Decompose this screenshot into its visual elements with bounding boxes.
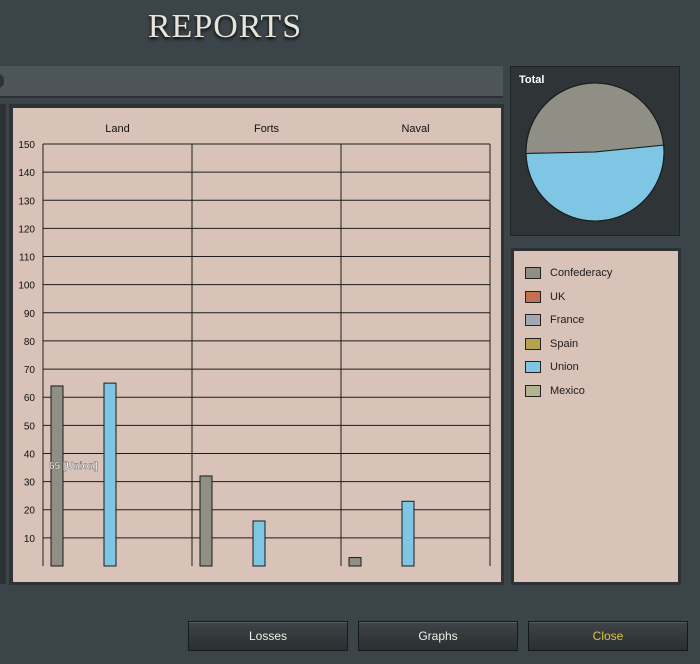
- y-tick-label: 100: [18, 281, 35, 292]
- legend-item: Confederacy: [525, 265, 612, 281]
- pie-slice-confederacy: [525, 82, 665, 155]
- y-tick-label: 50: [24, 421, 36, 432]
- pie-panel: Total: [510, 66, 680, 236]
- y-tick-label: 20: [24, 506, 36, 517]
- legend-swatch: [525, 314, 541, 326]
- pie-chart: [525, 82, 665, 222]
- losses-button[interactable]: Losses: [188, 621, 348, 651]
- legend-item: UK: [525, 289, 565, 305]
- y-tick-label: 120: [18, 224, 35, 235]
- page-title: REPORTS: [147, 8, 303, 45]
- legend-item: Spain: [525, 336, 578, 352]
- y-tick-label: 110: [19, 253, 35, 264]
- bar-confederacy-land: [50, 385, 64, 567]
- bar-chart: 10 20 30 40 50 60 70 80 90 100 110 120 130 140 150 Land…: [18, 123, 491, 567]
- category-label: Land: [105, 123, 129, 135]
- bar-confederacy-naval: [348, 557, 362, 567]
- legend-swatch: [525, 290, 541, 303]
- y-tick-label: 140: [18, 168, 35, 179]
- pie-slice-union: [525, 144, 665, 222]
- category-label: Forts: [254, 123, 280, 135]
- legend-item: Union: [525, 359, 579, 375]
- left-frame: [0, 104, 6, 584]
- legend-item: France: [525, 312, 584, 328]
- bar-tooltip: 65 [Union]: [49, 461, 98, 472]
- category-label: Naval: [401, 123, 429, 135]
- legend-swatch: [525, 384, 541, 397]
- bar-union-naval: [401, 500, 415, 567]
- legend-panel: Confederacy UK France Spain Union Mexico: [511, 248, 681, 585]
- legend-label: France: [550, 314, 585, 326]
- y-tick-label: 150: [18, 140, 35, 151]
- legend-label: Confederacy: [550, 267, 613, 279]
- y-tick-label: 60: [24, 393, 36, 404]
- y-tick-label: 90: [24, 309, 36, 320]
- legend-label: UK: [550, 290, 566, 303]
- y-tick-label: 80: [24, 337, 36, 348]
- y-tick-label: 70: [24, 365, 36, 376]
- graphs-button[interactable]: Graphs: [358, 621, 518, 651]
- bar-confederacy-forts: [199, 475, 213, 567]
- y-tick-label: 10: [24, 534, 36, 545]
- legend-item: Mexico: [525, 383, 585, 399]
- bar-union-land: [103, 382, 117, 567]
- collapse-handle[interactable]: [0, 74, 4, 88]
- y-tick-label: 130: [18, 196, 35, 207]
- top-bar: [0, 66, 503, 98]
- legend-swatch: [525, 361, 541, 373]
- bar-union-forts: [252, 520, 266, 567]
- legend: Confederacy UK France Spain Union Mexico: [514, 251, 678, 582]
- y-tick-label: 40: [24, 449, 36, 460]
- legend-label: Union: [550, 361, 579, 373]
- legend-swatch: [525, 267, 541, 279]
- y-tick-label: 30: [24, 478, 36, 489]
- legend-label: Spain: [550, 337, 579, 350]
- legend-swatch: [525, 337, 541, 350]
- legend-label: Mexico: [550, 384, 585, 397]
- close-button[interactable]: Close: [528, 621, 688, 651]
